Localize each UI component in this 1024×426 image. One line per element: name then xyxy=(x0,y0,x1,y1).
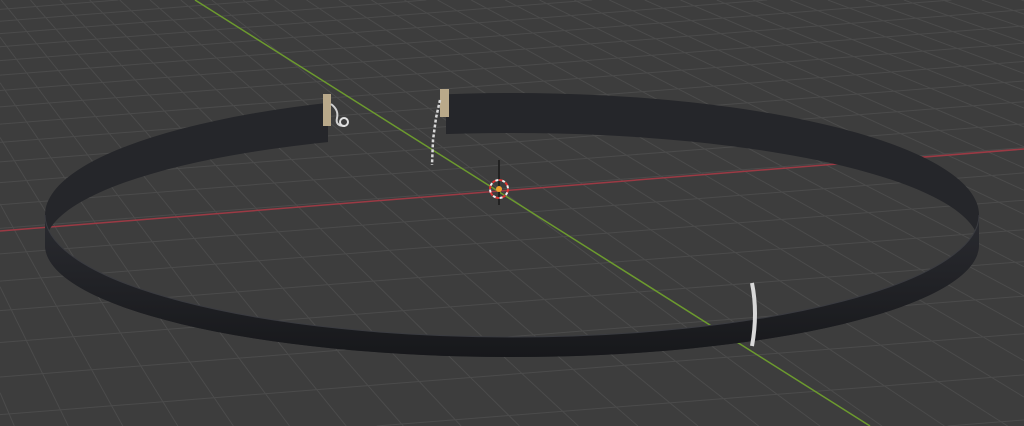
grid-line xyxy=(947,419,1024,426)
grid-line xyxy=(865,0,1024,58)
3d-viewport[interactable] xyxy=(0,0,1024,426)
grid-line xyxy=(59,0,462,426)
grid-line xyxy=(0,199,1024,282)
grid-line xyxy=(376,374,1024,426)
floor-grid xyxy=(0,0,1024,426)
choker-band xyxy=(44,93,980,357)
grid-line xyxy=(0,392,15,426)
grid-line xyxy=(0,0,119,10)
grid-line xyxy=(942,0,1024,29)
grid-line xyxy=(274,0,883,426)
y-axis-line xyxy=(194,0,871,426)
slider-bead xyxy=(750,282,757,347)
grid-line xyxy=(0,0,427,35)
grid-line xyxy=(981,0,1024,15)
clasp-left xyxy=(323,94,349,127)
grid-line xyxy=(306,0,945,426)
grid-line xyxy=(827,0,1024,74)
grid-line xyxy=(89,0,520,426)
viewport-canvas[interactable] xyxy=(0,0,1024,426)
3d-cursor-icon[interactable] xyxy=(489,160,509,205)
grid-line xyxy=(211,0,759,426)
grid-line xyxy=(609,0,1024,191)
